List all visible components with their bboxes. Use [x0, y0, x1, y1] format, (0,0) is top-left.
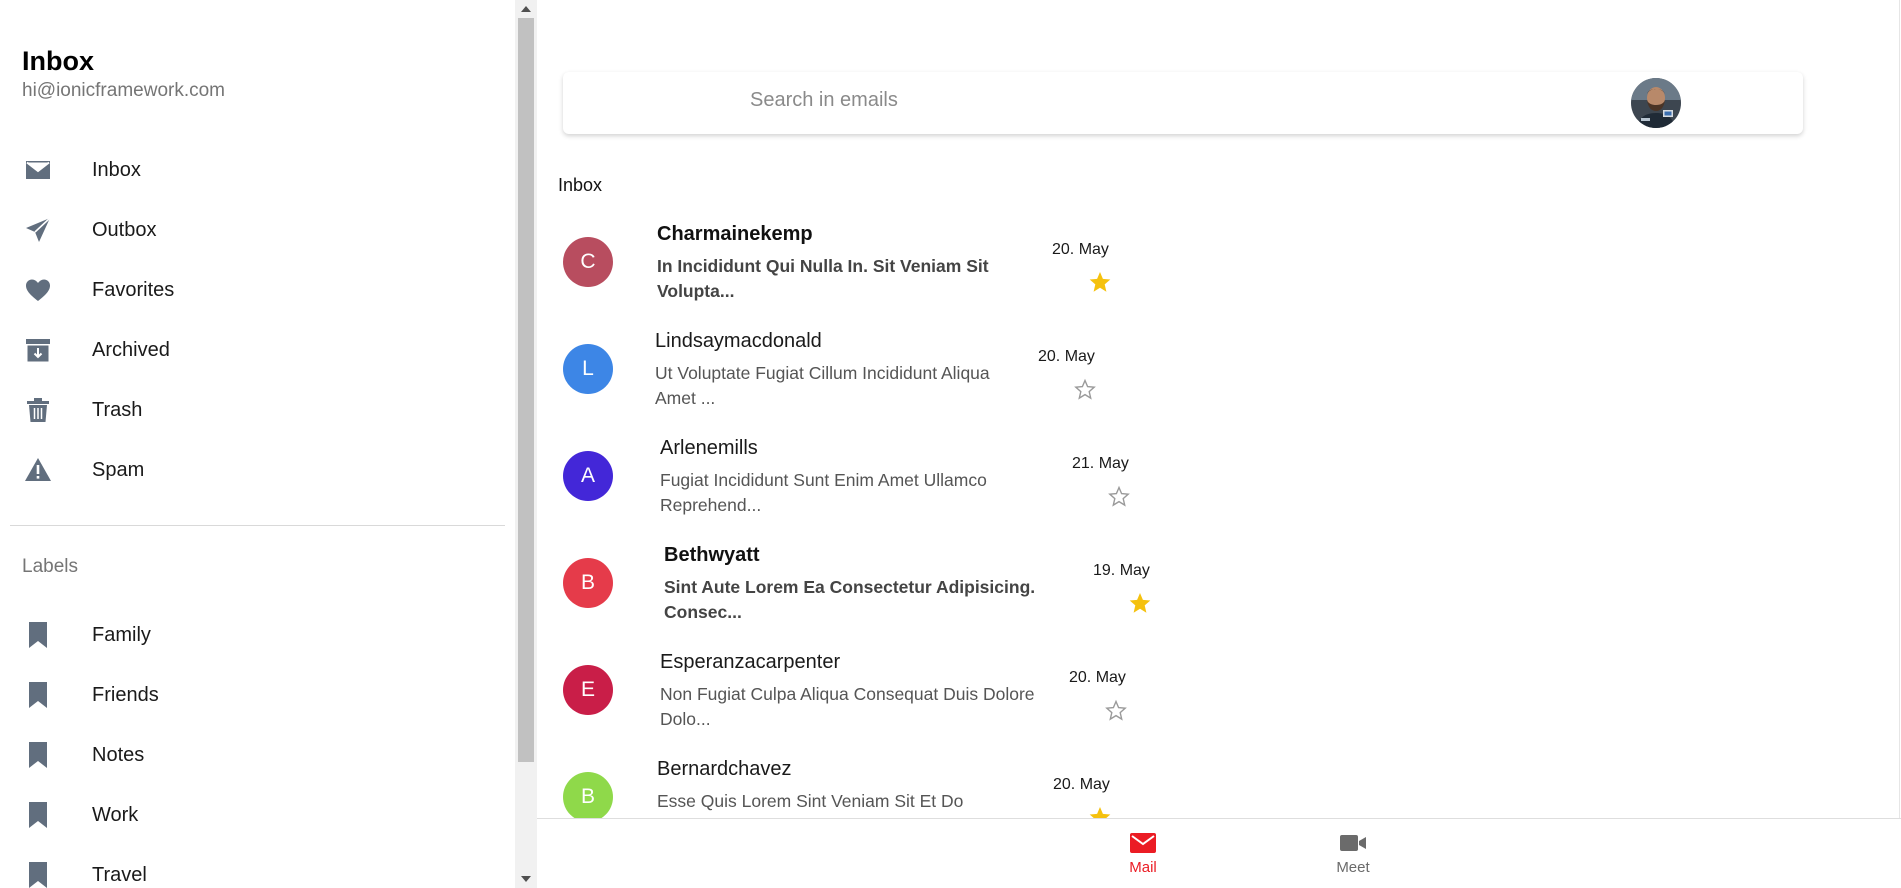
email-subject: Ut Voluptate Fugiat Cillum Incididunt Al…	[655, 363, 990, 408]
menu-item-label: Spam	[92, 458, 145, 481]
menu-title: Inbox	[22, 46, 94, 76]
sender-avatar: L	[563, 344, 613, 394]
email-date: 20. May	[1069, 669, 1126, 686]
menu-item-outbox[interactable]: Outbox	[0, 200, 515, 260]
scroll-up-arrow-icon[interactable]	[521, 6, 531, 12]
tab-mail[interactable]: Mail	[1103, 831, 1183, 883]
email-subject: Non Fugiat Culpa Aliqua Consequat Duis D…	[660, 684, 1035, 729]
label-item-label: Notes	[92, 743, 145, 766]
menu-item-label: Archived	[92, 338, 170, 361]
menu-item-label: Inbox	[92, 158, 141, 181]
star-filled-icon[interactable]	[1088, 805, 1112, 818]
menu-item-label: Favorites	[92, 278, 175, 301]
main-content: Inbox C Charmainekemp In Incididunt Qui …	[537, 0, 1901, 888]
content-border	[1899, 0, 1900, 818]
email-list: C Charmainekemp In Incididunt Qui Nulla …	[537, 208, 1899, 818]
email-date: 20. May	[1038, 348, 1095, 365]
warning-icon	[24, 456, 52, 484]
email-subject: Esse Quis Lorem Sint Veniam Sit Et Do	[657, 791, 964, 811]
tab-label: Mail	[1129, 859, 1157, 876]
menu-item-spam[interactable]: Spam	[0, 440, 515, 500]
menu-item-inbox[interactable]: Inbox	[0, 140, 515, 200]
archive-icon	[24, 336, 52, 364]
star-filled-icon[interactable]	[1088, 270, 1112, 294]
email-sender: Bethwyatt	[664, 544, 760, 566]
video-camera-icon	[1339, 831, 1367, 855]
menu-item-trash[interactable]: Trash	[0, 380, 515, 440]
menu-item-label: Trash	[92, 398, 143, 421]
sender-avatar: A	[563, 451, 613, 501]
tab-label: Meet	[1336, 859, 1370, 876]
email-item[interactable]: B Bernardchavez Esse Quis Lorem Sint Ven…	[537, 743, 1899, 818]
email-subject: Fugiat Incididunt Sunt Enim Amet Ullamco…	[660, 470, 987, 515]
label-item-friends[interactable]: Friends	[0, 665, 515, 725]
label-item-family[interactable]: Family	[0, 605, 515, 665]
label-item-travel[interactable]: Travel	[0, 845, 515, 888]
sender-avatar: B	[563, 558, 613, 608]
labels-list: Family Friends Notes Work Travel	[0, 605, 515, 888]
folder-list: Inbox Outbox Favorites Archived Trash Sp…	[0, 140, 515, 500]
email-sender: Esperanzacarpenter	[660, 651, 841, 673]
email-item[interactable]: C Charmainekemp In Incididunt Qui Nulla …	[537, 208, 1899, 315]
tab-meet[interactable]: Meet	[1313, 831, 1393, 883]
email-item[interactable]: E Esperanzacarpenter Non Fugiat Culpa Al…	[537, 636, 1899, 743]
sidebar-scrollbar[interactable]	[515, 0, 537, 888]
email-sender: Bernardchavez	[657, 758, 792, 780]
bookmark-icon	[24, 861, 52, 888]
sender-avatar: B	[563, 772, 613, 818]
bookmark-icon	[24, 801, 52, 829]
menu-divider	[10, 525, 505, 526]
account-email: hi@ionicframework.com	[22, 80, 226, 101]
email-item[interactable]: L Lindsaymacdonald Ut Voluptate Fugiat C…	[537, 315, 1899, 422]
bottom-tab-bar: Mail Meet	[537, 818, 1901, 888]
email-sender: Arlenemills	[660, 437, 758, 459]
mail-app: Inbox hi@ionicframework.com Inbox Outbox…	[0, 0, 1901, 888]
label-item-notes[interactable]: Notes	[0, 725, 515, 785]
email-subject: In Incididunt Qui Nulla In. Sit Veniam S…	[657, 256, 989, 301]
bookmark-icon	[24, 741, 52, 769]
user-avatar[interactable]	[1631, 78, 1681, 128]
star-outline-icon[interactable]	[1107, 484, 1131, 508]
labels-header: Labels	[22, 556, 78, 577]
sender-avatar: C	[563, 237, 613, 287]
email-date: 20. May	[1052, 241, 1109, 258]
email-date: 20. May	[1053, 776, 1110, 793]
list-header: Inbox	[558, 175, 603, 195]
label-item-label: Work	[92, 803, 139, 826]
menu-item-archived[interactable]: Archived	[0, 320, 515, 380]
menu-item-favorites[interactable]: Favorites	[0, 260, 515, 320]
scrollbar-thumb[interactable]	[518, 18, 534, 762]
email-sender: Lindsaymacdonald	[655, 330, 822, 352]
bookmark-icon	[24, 621, 52, 649]
mail-icon	[24, 156, 52, 184]
email-sender: Charmainekemp	[657, 223, 813, 245]
star-filled-icon[interactable]	[1128, 591, 1152, 615]
email-subject: Sint Aute Lorem Ea Consectetur Adipisici…	[664, 577, 1036, 622]
email-item[interactable]: A Arlenemills Fugiat Incididunt Sunt Eni…	[537, 422, 1899, 529]
heart-icon	[24, 276, 52, 304]
email-date: 19. May	[1093, 562, 1150, 579]
label-item-label: Friends	[92, 683, 159, 706]
search-input[interactable]	[748, 88, 1452, 113]
mail-icon	[1129, 831, 1157, 855]
label-item-label: Travel	[92, 863, 147, 886]
trash-icon	[24, 396, 52, 424]
bookmark-icon	[24, 681, 52, 709]
menu-item-label: Outbox	[92, 218, 157, 241]
label-item-work[interactable]: Work	[0, 785, 515, 845]
side-menu: Inbox hi@ionicframework.com Inbox Outbox…	[0, 0, 515, 888]
scroll-down-arrow-icon[interactable]	[521, 876, 531, 882]
email-item[interactable]: B Bethwyatt Sint Aute Lorem Ea Consectet…	[537, 529, 1899, 636]
search-bar	[563, 72, 1803, 134]
paper-plane-icon	[24, 216, 52, 244]
sender-avatar: E	[563, 665, 613, 715]
star-outline-icon[interactable]	[1073, 377, 1097, 401]
email-date: 21. May	[1072, 455, 1129, 472]
label-item-label: Family	[92, 623, 151, 646]
star-outline-icon[interactable]	[1104, 698, 1128, 722]
